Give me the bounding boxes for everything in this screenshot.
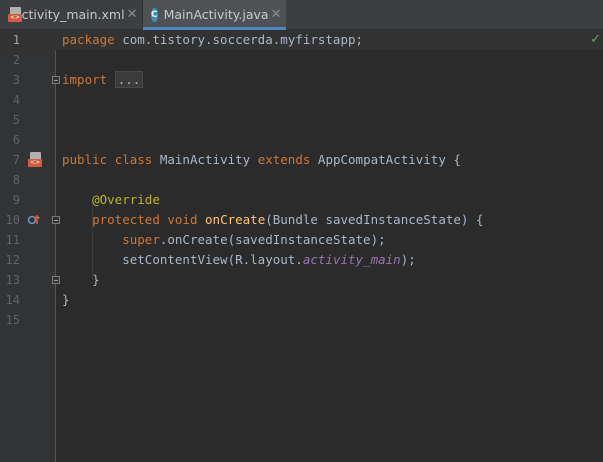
line-number: 7 <box>12 153 20 167</box>
editor-tab-bar: <> activity_main.xml ✕ C MainActivity.ja… <box>0 0 603 30</box>
line-number: 4 <box>12 93 20 107</box>
line-number: 2 <box>12 53 20 67</box>
code-line-3[interactable]: 3 import ... <box>0 70 603 90</box>
layout-field: activity_main <box>302 252 401 267</box>
related-xml-layout-icon[interactable]: <> <box>28 152 44 168</box>
line-number: 6 <box>12 133 20 147</box>
tab-main-activity-java[interactable]: C MainActivity.java ✕ <box>143 0 286 30</box>
code-line-10[interactable]: 10 protected void onCreate(Bundle savedI… <box>0 210 603 230</box>
code-line-6[interactable]: 6 <box>0 130 603 150</box>
code-line-9[interactable]: 9 @Override <box>0 190 603 210</box>
super-call: .onCreate(savedInstanceState); <box>159 232 386 247</box>
method-params: (Bundle savedInstanceState) { <box>265 212 484 227</box>
closing-brace: } <box>62 292 70 307</box>
keyword-super: super <box>122 232 160 247</box>
close-icon[interactable]: ✕ <box>269 7 284 22</box>
tab-label: activity_main.xml <box>14 7 125 22</box>
code-line-4[interactable]: 4 <box>0 90 603 110</box>
tab-activity-main-xml[interactable]: <> activity_main.xml ✕ <box>0 0 143 29</box>
keyword-void: void <box>167 212 198 227</box>
line-number: 1 <box>12 33 20 47</box>
line-number: 10 <box>5 213 20 227</box>
fold-toggle-icon[interactable] <box>52 76 60 84</box>
code-line-7[interactable]: 7 <> public class MainActivity extends A… <box>0 150 603 170</box>
code-line-2[interactable]: 2 <box>0 50 603 70</box>
code-line-14[interactable]: 14 } <box>0 290 603 310</box>
keyword-extends: extends <box>257 152 311 167</box>
code-line-12[interactable]: 12 setContentView(R.layout.activity_main… <box>0 250 603 270</box>
line-number: 9 <box>12 193 20 207</box>
method-call: setContentView(R.layout. <box>122 252 303 267</box>
line-number: 13 <box>5 273 20 287</box>
tab-label: MainActivity.java <box>163 7 269 22</box>
code-line-13[interactable]: 13 } <box>0 270 603 290</box>
class-name: MainActivity <box>159 152 251 167</box>
code-line-15[interactable]: 15 <box>0 310 603 330</box>
keyword-import: import <box>62 72 108 87</box>
statement-end: ); <box>400 252 416 267</box>
code-line-8[interactable]: 8 <box>0 170 603 190</box>
code-line-11[interactable]: 11 super.onCreate(savedInstanceState); <box>0 230 603 250</box>
fold-toggle-icon[interactable] <box>52 276 60 284</box>
line-number: 15 <box>5 313 20 327</box>
inspection-ok-icon[interactable]: ✓ <box>590 30 601 50</box>
line-number: 5 <box>12 113 20 127</box>
keyword-protected: protected <box>92 212 160 227</box>
code-line-1[interactable]: 1 package com.tistory.soccerda.myfirstap… <box>0 30 603 50</box>
fold-toggle-icon[interactable] <box>52 216 60 224</box>
method-name: onCreate <box>205 212 266 227</box>
code-line-5[interactable]: 5 <box>0 110 603 130</box>
superclass-name: AppCompatActivity { <box>317 152 461 167</box>
keyword-package: package <box>62 32 115 47</box>
package-name: com.tistory.soccerda.myfirstapp; <box>114 32 364 47</box>
closing-brace: } <box>92 272 100 287</box>
folded-imports[interactable]: ... <box>114 71 144 88</box>
line-number: 3 <box>12 73 20 87</box>
keyword-public: public <box>62 152 108 167</box>
line-number: 11 <box>5 233 20 247</box>
annotation-override: @Override <box>92 192 160 207</box>
line-number: 8 <box>12 173 20 187</box>
line-number: 12 <box>5 253 20 267</box>
line-number: 14 <box>5 293 20 307</box>
class-icon: C <box>151 7 158 22</box>
keyword-class: class <box>114 152 153 167</box>
code-editor[interactable]: 1 package com.tistory.soccerda.myfirstap… <box>0 30 603 462</box>
close-icon[interactable]: ✕ <box>125 7 140 22</box>
